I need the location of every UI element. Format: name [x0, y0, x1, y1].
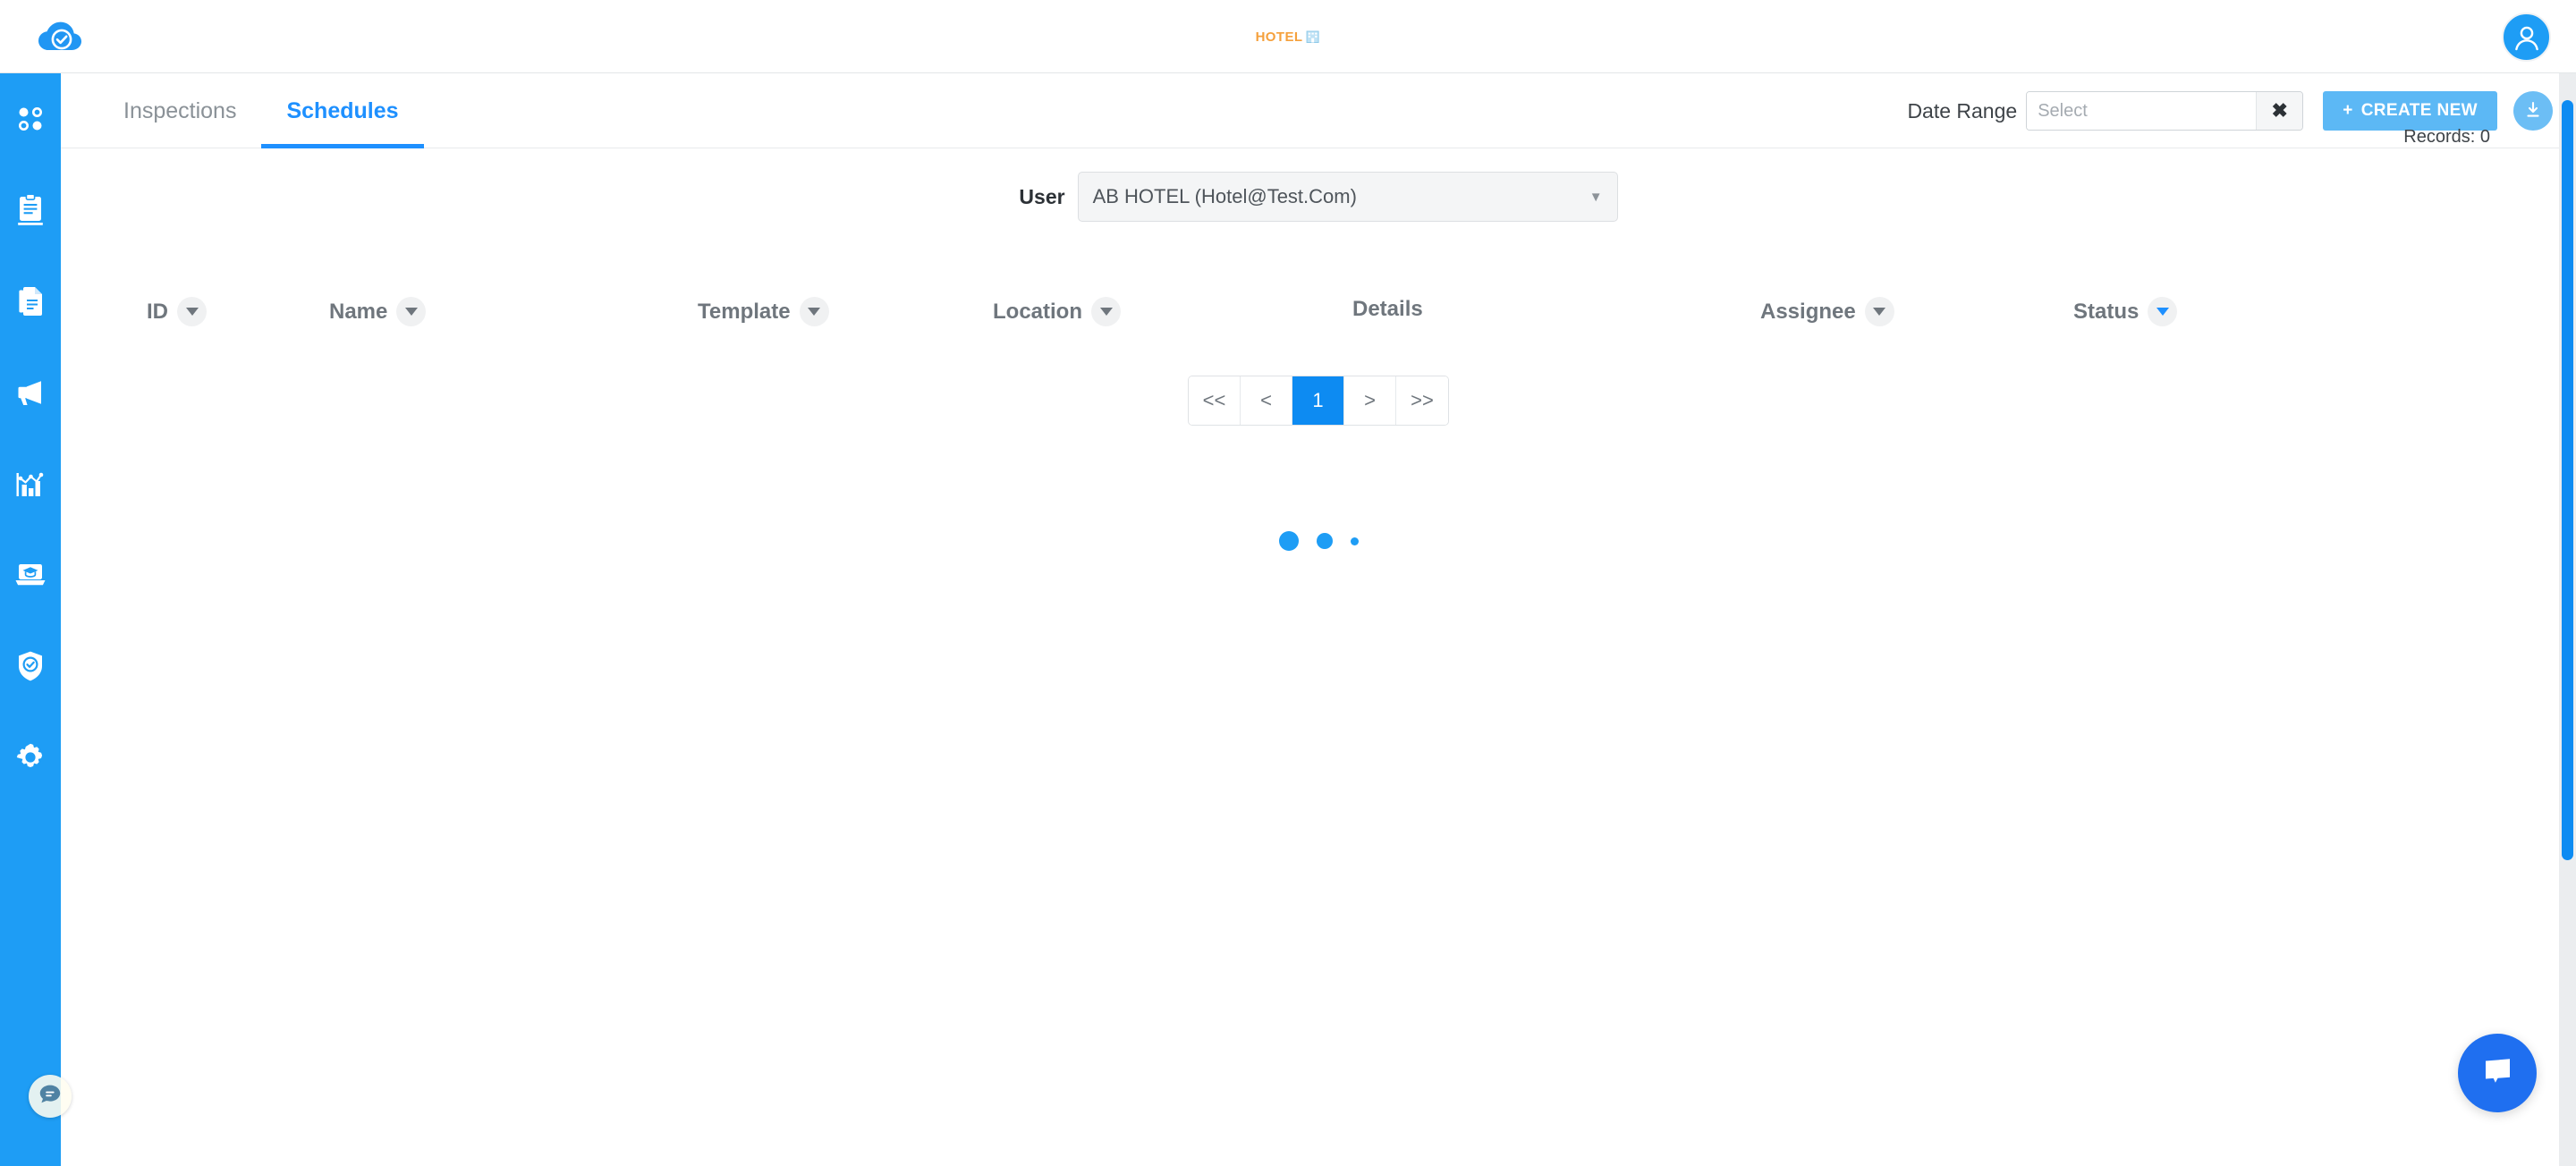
column-assignee-sort-icon[interactable]: [1864, 297, 1894, 326]
hotel-building-icon: [1305, 30, 1320, 45]
column-details-label: Details: [1352, 297, 1423, 321]
gear-icon: [15, 742, 46, 773]
clipboard-icon: [15, 193, 46, 227]
page-toolbar: Inspections Schedules Date Range ✖ + CRE…: [61, 73, 2576, 148]
column-id-label: ID: [147, 299, 168, 324]
download-icon: [2522, 99, 2544, 123]
sidebar-item-training[interactable]: [0, 529, 61, 621]
column-id: ID: [147, 297, 207, 326]
user-select-value: AB HOTEL (Hotel@Test.Com): [1092, 185, 1357, 207]
column-name-label: Name: [329, 299, 388, 324]
laptop-graduation-cap-icon: [13, 562, 47, 588]
column-location: Location: [993, 297, 1121, 326]
column-details: Details: [1352, 297, 1423, 322]
three-dots-loading-icon: [61, 531, 2576, 551]
tab-inspections[interactable]: Inspections: [98, 73, 261, 148]
column-template-sort-icon[interactable]: [799, 297, 829, 326]
center-hotel-logo: HOTEL: [1256, 0, 1321, 73]
sidebar-item-announcements[interactable]: [0, 347, 61, 438]
sidebar-item-inspections[interactable]: [0, 165, 61, 256]
column-name-sort-icon[interactable]: [396, 297, 427, 326]
records-count: Records: 0: [2403, 127, 2490, 147]
vertical-scrollbar-thumb[interactable]: [2562, 100, 2573, 860]
column-assignee-label: Assignee: [1760, 299, 1856, 324]
date-range-label: Date Range: [1907, 98, 2018, 123]
download-button[interactable]: [2513, 91, 2553, 131]
user-filter-row: User AB HOTEL (Hotel@Test.Com) ▼: [61, 172, 2576, 222]
tab-schedules[interactable]: Schedules: [261, 73, 424, 148]
chat-bubble-icon: [2478, 1053, 2517, 1094]
tab-bar: Inspections Schedules: [98, 73, 424, 148]
date-range-input[interactable]: [2027, 92, 2257, 130]
megaphone-icon: [14, 378, 47, 407]
column-name: Name: [329, 297, 427, 326]
user-avatar-icon[interactable]: [2502, 13, 2551, 62]
shield-check-icon: [16, 650, 45, 682]
four-dots-dashboard-icon: [15, 104, 46, 134]
column-location-label: Location: [993, 299, 1082, 324]
sidebar-item-settings[interactable]: [0, 712, 61, 803]
document-copy-icon: [15, 285, 46, 317]
page-first[interactable]: <<: [1189, 376, 1241, 425]
date-range-clear-button[interactable]: ✖: [2256, 92, 2303, 130]
sidebar-item-documents[interactable]: [0, 256, 61, 347]
sidebar-item-dashboard[interactable]: [0, 73, 61, 165]
column-location-sort-icon[interactable]: [1091, 297, 1121, 326]
sidebar-item-compliance[interactable]: [0, 621, 61, 712]
main-content: Inspections Schedules Date Range ✖ + CRE…: [61, 73, 2576, 1166]
column-template: Template: [698, 297, 829, 326]
bar-chart-line-icon: [14, 469, 47, 499]
pagination-group: << < 1 > >>: [1188, 376, 1449, 426]
page-next[interactable]: >: [1344, 376, 1396, 425]
date-range-control: ✖: [2026, 91, 2304, 131]
column-id-sort-icon[interactable]: [177, 297, 207, 326]
column-status-label: Status: [2073, 299, 2140, 324]
page-1[interactable]: 1: [1292, 376, 1344, 425]
loading-dot: [1316, 533, 1333, 549]
cloud-check-logo-icon[interactable]: [34, 9, 89, 64]
chevron-down-icon: ▼: [1589, 189, 1603, 205]
table-header-row: ID Name Template Location Details Assign…: [61, 297, 2576, 347]
pagination: << < 1 > >>: [61, 376, 2576, 426]
chat-widget-button[interactable]: [2458, 1034, 2537, 1112]
vertical-scrollbar-track[interactable]: [2559, 73, 2576, 1166]
column-template-label: Template: [698, 299, 791, 324]
plus-icon: +: [2343, 101, 2353, 120]
sidebar-item-analytics[interactable]: [0, 438, 61, 529]
center-logo-text: HOTEL: [1255, 29, 1303, 45]
sidebar-nav: [0, 73, 61, 1166]
feedback-chat-button[interactable]: [29, 1075, 72, 1118]
clear-x-icon: ✖: [2271, 99, 2288, 122]
column-status: Status: [2073, 297, 2178, 326]
create-new-label: CREATE NEW: [2360, 101, 2478, 120]
page-prev[interactable]: <: [1241, 376, 1292, 425]
chat-bubble-lines-icon: [38, 1082, 63, 1111]
column-status-sort-icon[interactable]: [2148, 297, 2178, 326]
page-last[interactable]: >>: [1396, 376, 1448, 425]
user-select[interactable]: AB HOTEL (Hotel@Test.Com) ▼: [1077, 172, 1618, 222]
loading-dot: [1350, 537, 1359, 545]
create-new-button[interactable]: + CREATE NEW: [2323, 91, 2497, 131]
loading-dot: [1278, 531, 1299, 551]
user-filter-label: User: [1019, 184, 1065, 208]
top-bar: HOTEL: [0, 0, 2576, 73]
column-assignee: Assignee: [1760, 297, 1894, 326]
